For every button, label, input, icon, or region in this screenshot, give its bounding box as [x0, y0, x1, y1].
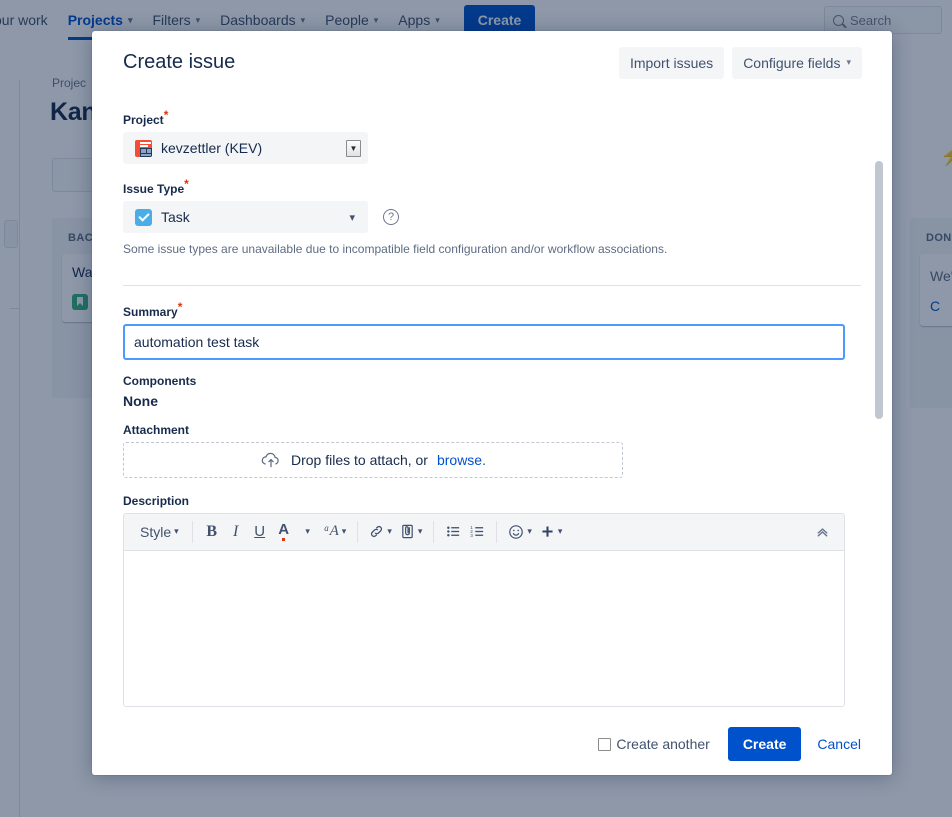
toolbar-separator	[433, 521, 434, 543]
toolbar-separator	[357, 521, 358, 543]
paperclip-icon	[400, 524, 415, 539]
dialog-header: Create issue Import issues Configure fie…	[92, 31, 892, 94]
field-components: Components None	[123, 374, 861, 409]
underline-button[interactable]: U	[248, 519, 272, 545]
create-another-label[interactable]: Create another	[616, 736, 709, 752]
project-avatar-icon	[135, 140, 152, 157]
attachment-dropzone[interactable]: Drop files to attach, or browse.	[123, 442, 623, 478]
summary-label-text: Summary	[123, 305, 178, 319]
issue-type-row: Task ▾ ?	[123, 201, 861, 233]
chevron-double-up-icon	[815, 524, 830, 539]
emoji-icon	[508, 524, 524, 540]
project-label-text: Project	[123, 113, 164, 127]
required-asterisk: *	[184, 177, 189, 191]
dialog-scrollbar-thumb[interactable]	[875, 161, 883, 419]
import-issues-button[interactable]: Import issues	[619, 47, 724, 79]
project-label: Project*	[123, 113, 861, 127]
toolbar-separator	[496, 521, 497, 543]
bullet-list-button[interactable]	[441, 519, 465, 545]
field-issue-type: Issue Type* Task ▾ ? Some issue types ar…	[123, 182, 861, 258]
chevron-down-icon: ▾	[342, 526, 347, 537]
summary-wrap	[123, 324, 861, 360]
chevron-down-icon: ▾	[527, 526, 532, 537]
attachment-drop-text: Drop files to attach, or	[291, 452, 428, 468]
issue-type-label: Issue Type*	[123, 182, 861, 196]
issue-type-select-value: Task	[161, 209, 190, 225]
style-dropdown-label: Style	[140, 524, 171, 540]
issue-type-select[interactable]: Task ▾	[123, 201, 368, 233]
cloud-upload-icon	[260, 452, 282, 468]
issue-type-help-text: Some issue types are unavailable due to …	[123, 241, 861, 258]
attachment-browse-link[interactable]: browse.	[437, 452, 486, 468]
emoji-button[interactable]: ▾	[504, 519, 536, 545]
components-label: Components	[123, 374, 861, 388]
italic-button[interactable]: I	[224, 519, 248, 545]
numbered-list-button[interactable]: 1 2 3	[465, 519, 489, 545]
task-type-icon	[135, 209, 152, 226]
create-issue-dialog: Create issue Import issues Configure fie…	[92, 31, 892, 775]
link-button[interactable]: ▾	[365, 519, 396, 545]
field-attachment: Attachment Drop files to attach, or brow…	[123, 423, 861, 478]
plus-icon	[540, 524, 555, 539]
chevron-down-icon: ▾	[387, 526, 392, 537]
bold-button[interactable]: B	[200, 519, 224, 545]
link-icon	[369, 524, 384, 539]
chevron-down-icon: ▾	[558, 526, 563, 537]
project-select-value: kevzettler (KEV)	[161, 140, 262, 156]
text-style-label: ᵃA	[324, 523, 339, 540]
required-asterisk: *	[178, 300, 183, 314]
cancel-button[interactable]: Cancel	[817, 736, 861, 752]
field-summary: Summary*	[123, 305, 861, 360]
field-project: Project* kevzettler (KEV) ▼	[123, 94, 861, 164]
section-divider	[123, 285, 861, 286]
text-color-dropdown[interactable]: ▾	[296, 519, 320, 545]
description-editor: Style ▾ B I U A ▾ ᵃA ▾	[123, 513, 845, 707]
toolbar-separator	[192, 521, 193, 543]
project-select[interactable]: kevzettler (KEV) ▼	[123, 132, 368, 164]
chevron-down-icon[interactable]: ▼	[346, 140, 361, 157]
attach-button[interactable]: ▾	[396, 519, 427, 545]
import-issues-label: Import issues	[630, 55, 713, 71]
dialog-body: Project* kevzettler (KEV) ▼ Issue Type* …	[92, 94, 892, 713]
components-value: None	[123, 393, 861, 409]
description-label: Description	[123, 494, 861, 508]
numbered-list-icon: 1 2 3	[470, 524, 485, 539]
create-another-group[interactable]: Create another	[598, 736, 709, 752]
bullet-list-icon	[446, 524, 461, 539]
chevron-down-icon: ▾	[174, 526, 179, 537]
dialog-footer: Create another Create Cancel	[92, 713, 892, 775]
create-another-checkbox[interactable]	[598, 738, 611, 751]
required-asterisk: *	[164, 108, 169, 122]
chevron-down-icon: ▾	[305, 526, 310, 537]
text-color-label: A	[278, 521, 289, 542]
issue-type-label-text: Issue Type	[123, 182, 184, 196]
create-button[interactable]: Create	[728, 727, 802, 761]
attachment-label: Attachment	[123, 423, 861, 437]
description-toolbar: Style ▾ B I U A ▾ ᵃA ▾	[124, 514, 844, 551]
summary-label: Summary*	[123, 305, 861, 319]
description-textarea[interactable]	[124, 551, 844, 701]
field-description: Description Style ▾ B I U A ▾	[123, 494, 861, 707]
collapse-toolbar-button[interactable]	[810, 519, 834, 545]
summary-input[interactable]	[123, 324, 845, 360]
style-dropdown-button[interactable]: Style ▾	[134, 519, 185, 545]
text-color-button[interactable]: A	[272, 519, 296, 545]
chevron-down-icon: ▾	[418, 526, 423, 537]
configure-fields-label: Configure fields	[743, 55, 840, 71]
chevron-down-icon: ▾	[846, 58, 851, 67]
configure-fields-button[interactable]: Configure fields ▾	[732, 47, 862, 79]
chevron-down-icon[interactable]: ▾	[349, 211, 361, 224]
text-style-button[interactable]: ᵃA ▾	[320, 519, 351, 545]
svg-text:3: 3	[470, 533, 473, 538]
dialog-title: Create issue	[123, 51, 619, 74]
insert-more-button[interactable]: ▾	[536, 519, 567, 545]
help-icon[interactable]: ?	[383, 209, 399, 225]
